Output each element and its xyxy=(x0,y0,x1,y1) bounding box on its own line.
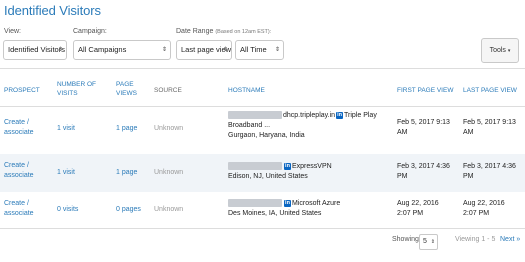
create-associate-link[interactable]: Create / associate xyxy=(4,118,48,138)
view-select-value: Identified Visitors xyxy=(8,45,65,54)
tools-label: Tools xyxy=(489,47,506,54)
redacted-ip xyxy=(228,199,282,208)
updown-caret-icon: ⇕ xyxy=(430,239,435,245)
col-prospect[interactable]: PROSPECT xyxy=(4,86,40,95)
pagination-range: Viewing 1 - 5 xyxy=(455,236,496,243)
next-page-link[interactable]: Next » xyxy=(500,236,520,243)
date-range-select[interactable]: Last page view ⇕ xyxy=(176,40,232,60)
page-size-value: 5 xyxy=(423,238,427,245)
tools-button[interactable]: Tools ▾ xyxy=(481,38,519,63)
source-value: Unknown xyxy=(154,125,184,132)
campaign-label: Campaign: xyxy=(73,28,107,35)
visits-link[interactable]: 1 visit xyxy=(57,168,75,178)
page-size-select[interactable]: 5 ⇕ xyxy=(419,234,438,250)
location: Gurgaon, Haryana, India xyxy=(228,132,305,139)
campaign-select-value: All Campaigns xyxy=(78,45,127,54)
view-label: View: xyxy=(4,28,21,35)
source-value: Unknown xyxy=(154,206,184,213)
updown-caret-icon: ⇕ xyxy=(274,47,280,53)
view-select[interactable]: Identified Visitors ⇕ xyxy=(3,40,67,60)
page-views-link[interactable]: 1 page xyxy=(116,168,137,178)
linkedin-icon[interactable]: in xyxy=(336,111,344,119)
table-row: Create / associate 1 visit 1 page Unknow… xyxy=(0,107,525,153)
updown-caret-icon: ⇕ xyxy=(222,47,228,53)
updown-caret-icon: ⇕ xyxy=(161,47,167,53)
date-range-label: Date Range (Based on 12am EST): xyxy=(176,28,271,35)
col-first-view[interactable]: FIRST PAGE VIEW xyxy=(397,86,453,95)
host-suffix: dhcp.tripleplay.in xyxy=(283,112,336,119)
chevron-down-icon: ▾ xyxy=(507,48,511,54)
visits-link[interactable]: 0 visits xyxy=(57,205,78,215)
location: Edison, NJ, United States xyxy=(228,173,308,180)
first-view-value: Feb 3, 2017 4:36 PM xyxy=(397,163,450,180)
location: Des Moines, IA, United States xyxy=(228,210,322,217)
col-hostname[interactable]: HOSTNAME xyxy=(228,86,265,95)
date-period-select-value: All Time xyxy=(240,45,267,54)
linkedin-icon[interactable]: in xyxy=(284,162,291,170)
campaign-select[interactable]: All Campaigns ⇕ xyxy=(73,40,171,60)
create-associate-link[interactable]: Create / associate xyxy=(4,161,48,181)
updown-caret-icon: ⇕ xyxy=(57,47,63,53)
page-views-link[interactable]: 1 page xyxy=(116,124,137,134)
source-value: Unknown xyxy=(154,169,184,176)
hostname-cell: dhcp.tripleplay.in in Triple Play Broadban… xyxy=(228,111,378,141)
last-view-value: Feb 3, 2017 4:36 PM xyxy=(463,163,516,180)
col-last-view[interactable]: LAST PAGE VIEW xyxy=(463,86,517,95)
date-range-title: Date Range xyxy=(176,28,214,35)
table-row: Create / associate 1 visit 1 page Unknow… xyxy=(0,154,525,192)
col-visits[interactable]: NUMBER OF VISITS xyxy=(57,80,101,98)
company-name: Microsoft Azure xyxy=(292,200,341,207)
redacted-ip xyxy=(228,111,282,120)
showing-label: Showing xyxy=(392,236,419,243)
page-title: Identified Visitors xyxy=(4,3,101,18)
table-bottom-divider xyxy=(0,228,525,229)
table-row: Create / associate 0 visits 0 pages Unkn… xyxy=(0,192,525,228)
first-view-value: Feb 5, 2017 9:13 AM xyxy=(397,119,450,136)
header-divider xyxy=(0,68,525,69)
redacted-ip xyxy=(228,162,282,171)
linkedin-icon[interactable]: in xyxy=(284,199,291,207)
create-associate-link[interactable]: Create / associate xyxy=(4,199,48,219)
first-view-value: Aug 22, 2016 2:07 PM xyxy=(397,200,439,217)
hostname-cell: in ExpressVPN Edison, NJ, United States xyxy=(228,162,378,182)
col-views[interactable]: PAGE VIEWS xyxy=(116,80,146,98)
last-view-value: Feb 5, 2017 9:13 AM xyxy=(463,119,516,136)
company-name: ExpressVPN xyxy=(292,163,332,170)
hostname-cell: in Microsoft Azure Des Moines, IA, United… xyxy=(228,199,378,219)
last-view-value: Aug 22, 2016 2:07 PM xyxy=(463,200,505,217)
visits-link[interactable]: 1 visit xyxy=(57,124,75,134)
page-views-link[interactable]: 0 pages xyxy=(116,205,141,215)
date-range-note: (Based on 12am EST): xyxy=(215,29,272,35)
date-period-select[interactable]: All Time ⇕ xyxy=(235,40,284,60)
col-source: SOURCE xyxy=(154,87,182,94)
